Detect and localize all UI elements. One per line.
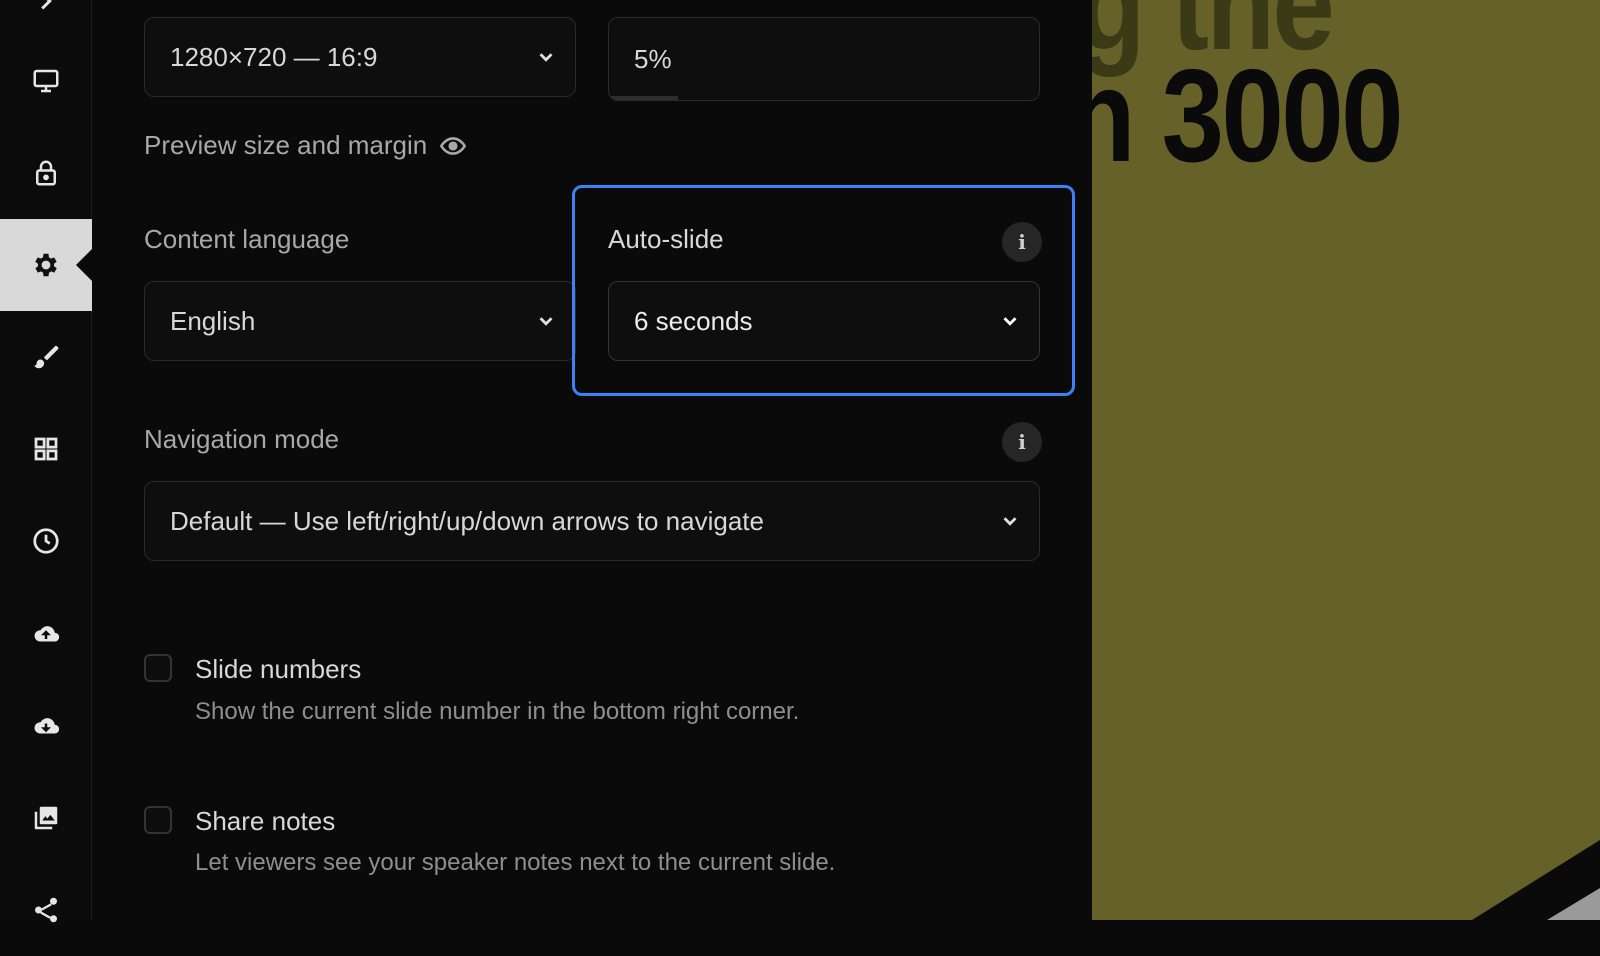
slide-numbers-label[interactable]: Slide numbers	[195, 654, 361, 685]
navigation-mode-value: Default — Use left/right/up/down arrows …	[170, 505, 764, 536]
chevron-down-icon	[1003, 517, 1017, 526]
share-notes-label[interactable]: Share notes	[195, 806, 335, 837]
slide-numbers-checkbox[interactable]	[144, 654, 172, 682]
settings-panel: 1280×720 — 16:9 5% Preview size and marg…	[92, 0, 1092, 920]
share-icon[interactable]	[0, 864, 92, 956]
navigation-mode-label: Navigation mode	[144, 424, 340, 454]
image-icon[interactable]	[0, 772, 92, 864]
brush-icon[interactable]	[0, 311, 92, 403]
share-notes-checkbox[interactable]	[144, 806, 172, 834]
presentation-size-value: 1280×720 — 16:9	[170, 41, 378, 72]
preview-size-toggle[interactable]: Preview size and margin	[144, 130, 467, 161]
cloud-download-icon[interactable]	[0, 680, 92, 772]
clock-icon[interactable]	[0, 495, 92, 587]
presentation-size-select[interactable]: 1280×720 — 16:9	[144, 17, 576, 97]
lock-icon[interactable]	[0, 127, 92, 219]
margin-input[interactable]: 5%	[608, 17, 1040, 101]
content-language-label: Content language	[144, 224, 350, 254]
grid-icon[interactable]	[0, 403, 92, 495]
preview-size-label: Preview size and margin	[144, 130, 428, 160]
preview-decoration	[1472, 840, 1600, 920]
content-language-select[interactable]: English	[144, 281, 576, 361]
navigation-mode-info-icon[interactable]: i	[1002, 422, 1042, 462]
content-language-value: English	[170, 305, 256, 336]
share-notes-description: Let viewers see your speaker notes next …	[195, 849, 836, 876]
monitor-icon[interactable]	[0, 35, 92, 127]
chevron-down-icon	[539, 317, 553, 326]
sidebar-rail	[0, 0, 92, 923]
margin-value: 5%	[634, 43, 672, 74]
cloud-upload-icon[interactable]	[0, 588, 92, 680]
eye-icon	[440, 136, 467, 155]
margin-progress-bar	[609, 96, 678, 100]
slide-numbers-description: Show the current slide number in the bot…	[195, 698, 800, 725]
chevron-down-icon	[539, 53, 553, 62]
slide-preview: g the n 3000	[1092, 0, 1600, 920]
navigation-mode-select[interactable]: Default — Use left/right/up/down arrows …	[144, 481, 1040, 561]
auto-slide-highlight	[572, 185, 1075, 396]
gear-icon[interactable]	[0, 219, 92, 311]
